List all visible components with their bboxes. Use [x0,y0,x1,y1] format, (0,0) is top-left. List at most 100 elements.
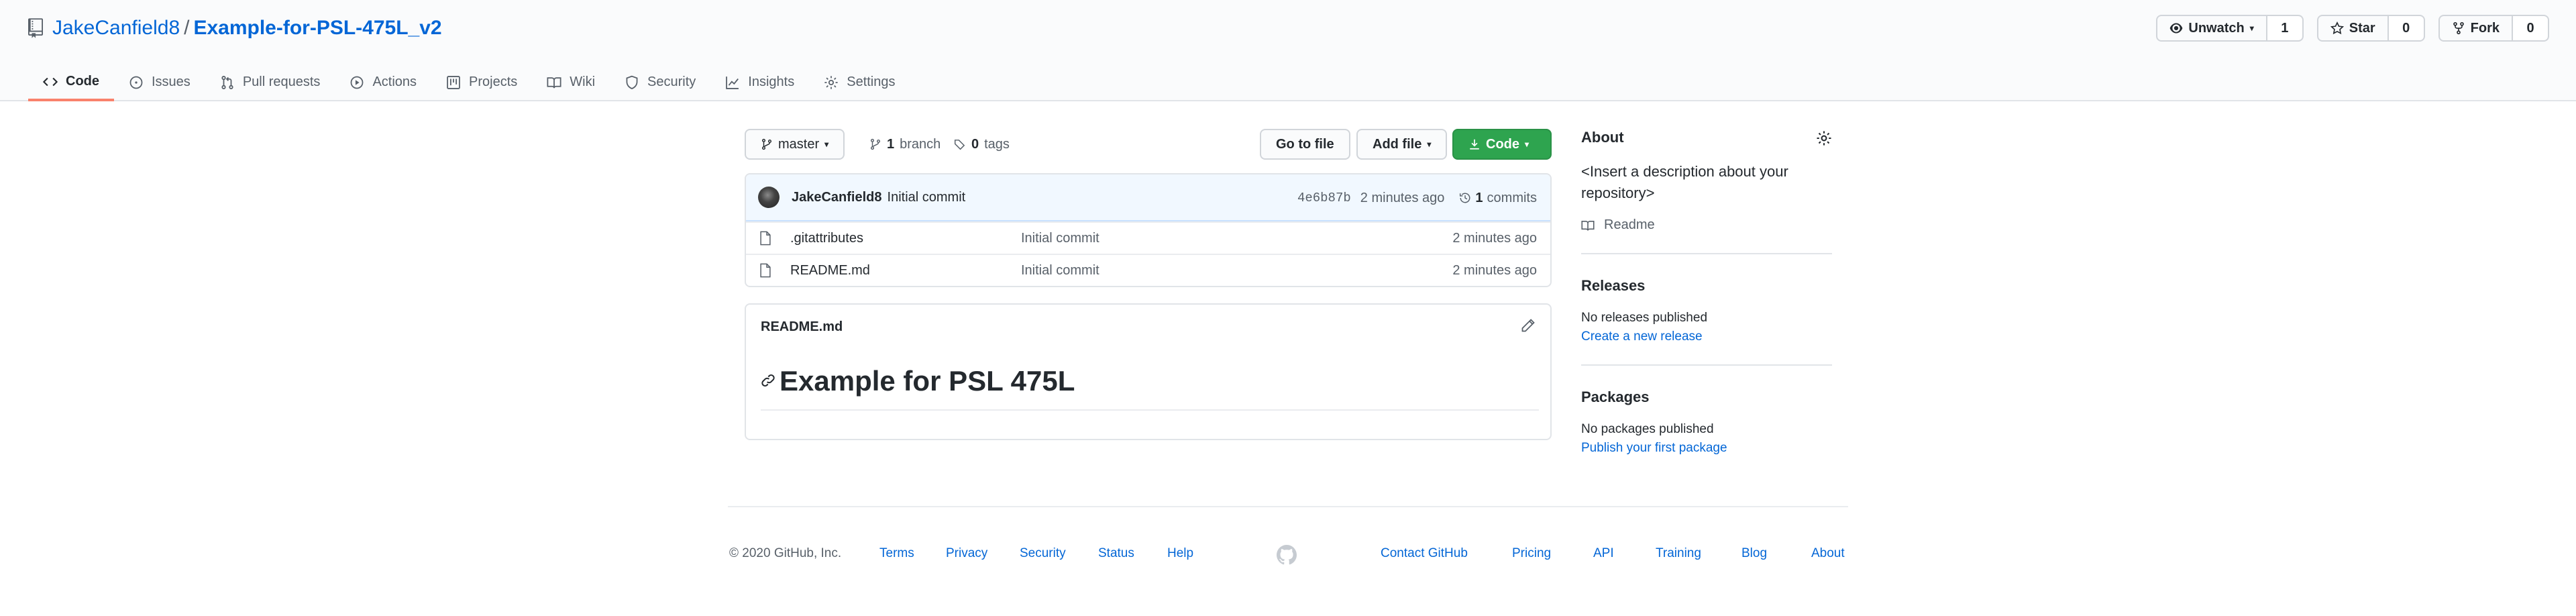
branch-name: master [778,136,820,152]
footer-link-status[interactable]: Status [1098,546,1134,561]
code-button-label: Code [1486,136,1519,152]
link-icon[interactable] [761,373,775,388]
site-footer: © 2020 GitHub, Inc. Terms Privacy Securi… [728,506,1848,573]
gear-icon[interactable] [1816,130,1832,146]
commits-history-link[interactable]: 1 commits [1459,191,1537,206]
fork-group: Fork 0 [2438,15,2549,42]
footer-link-training[interactable]: Training [1656,546,1701,561]
file-icon [760,263,771,278]
book-icon [547,76,561,88]
shield-icon [626,75,638,89]
star-label: Star [2349,20,2375,36]
main-column: master ▾ 1 branch 0 tags Go to file Add … [745,129,1552,440]
footer-link-security[interactable]: Security [1020,546,1066,561]
packages-text: No packages published [1581,422,1714,436]
branches-link[interactable]: 1 branch [869,129,941,160]
play-icon [351,76,364,89]
tab-code[interactable]: Code [28,64,114,101]
star-count[interactable]: 0 [2388,15,2425,42]
tab-pull-requests[interactable]: Pull requests [205,64,335,100]
file-commit-message-link[interactable]: Initial commit [1021,263,1099,278]
commit-count: 1 [1475,190,1483,205]
pencil-icon[interactable] [1521,318,1536,333]
create-release-link[interactable]: Create a new release [1581,329,1832,344]
footer-link-terms[interactable]: Terms [879,546,914,561]
branch-icon [761,138,772,150]
eye-icon [2170,23,2183,34]
publish-package-link[interactable]: Publish your first package [1581,441,1832,456]
tab-label: Code [66,74,99,89]
github-logo-icon[interactable] [1277,545,1297,565]
tab-insights[interactable]: Insights [710,64,809,100]
branch-select-button[interactable]: master ▾ [745,129,845,160]
commit-author-link[interactable]: JakeCanfield8 [792,190,882,205]
tab-label: Pull requests [242,74,321,89]
tab-wiki[interactable]: Wiki [532,64,610,100]
repo-name-link[interactable]: Example-for-PSL-475L_v2 [193,17,441,40]
graph-icon [726,76,739,89]
avatar[interactable] [758,187,780,208]
tab-label: Actions [372,74,417,89]
commit-age: 2 minutes ago [1360,190,1445,205]
branch-icon [870,138,881,150]
tab-settings[interactable]: Settings [809,64,910,100]
releases-heading[interactable]: Releases [1581,277,1832,295]
packages-heading[interactable]: Packages [1581,389,1832,406]
branch-bar: master ▾ 1 branch 0 tags Go to file Add … [745,129,1552,160]
fork-icon [2453,21,2464,35]
tab-label: Insights [748,74,795,89]
releases-text: No releases published [1581,311,1708,325]
repo-actions: Unwatch ▾ 1 Star 0 Fork 0 [2156,15,2549,42]
latest-commit-bar: JakeCanfield8 Initial commit 4e6b87b 2 m… [746,174,1550,221]
go-to-file-button[interactable]: Go to file [1260,129,1350,160]
book-icon [1581,220,1595,231]
file-name-link[interactable]: README.md [790,263,870,278]
tab-projects[interactable]: Projects [431,64,532,100]
repo-owner-link[interactable]: JakeCanfield8 [52,17,180,40]
footer-link-blog[interactable]: Blog [1741,546,1767,561]
footer-link-about[interactable]: About [1811,546,1845,561]
footer-link-contact[interactable]: Contact GitHub [1381,546,1468,561]
file-name-link[interactable]: .gitattributes [790,231,863,246]
readme-link[interactable]: Readme [1581,217,1832,233]
add-file-label: Add file [1373,136,1422,152]
commit-meta: 4e6b87b 2 minutes ago 1 commits [1297,174,1537,221]
commit-count-word: commits [1487,190,1537,205]
fork-label: Fork [2470,20,2500,36]
tab-label: Projects [469,74,518,89]
tab-label: Wiki [570,74,596,89]
readme-heading: Example for PSL 475L [780,365,1075,397]
unwatch-button[interactable]: Unwatch ▾ [2156,15,2267,42]
fork-count[interactable]: 0 [2513,15,2549,42]
repo-description: <Insert a description about your reposit… [1581,163,1788,201]
tab-issues[interactable]: Issues [114,64,205,100]
file-commit-message-link[interactable]: Initial commit [1021,231,1099,246]
tab-label: Settings [847,74,896,89]
footer-link-api[interactable]: API [1593,546,1614,561]
tag-icon [954,140,965,150]
star-button[interactable]: Star [2316,15,2389,42]
code-icon [43,77,58,86]
file-icon [760,231,771,246]
unwatch-label: Unwatch [2188,20,2245,36]
add-file-button[interactable]: Add file ▾ [1356,129,1448,160]
footer-link-help[interactable]: Help [1167,546,1193,561]
issue-icon [129,76,143,89]
tab-label: Issues [152,74,191,89]
footer-link-privacy[interactable]: Privacy [946,546,987,561]
chevron-down-icon: ▾ [2249,23,2254,33]
chevron-down-icon: ▾ [1427,140,1432,149]
footer-link-pricing[interactable]: Pricing [1512,546,1551,561]
tab-security[interactable]: Security [610,64,710,100]
tab-actions[interactable]: Actions [335,64,431,100]
commit-message-link[interactable]: Initial commit [888,190,966,205]
watch-count[interactable]: 1 [2267,15,2304,42]
file-row: .gitattributes Initial commit 2 minutes … [746,221,1550,254]
fork-button[interactable]: Fork [2438,15,2513,42]
commit-sha-link[interactable]: 4e6b87b [1297,191,1351,205]
tags-link[interactable]: 0 tags [954,129,1010,160]
code-download-button[interactable]: Code ▾ [1452,129,1552,160]
readme-title: README.md [761,319,843,334]
file-browser: JakeCanfield8 Initial commit 4e6b87b 2 m… [745,173,1552,287]
file-age: 2 minutes ago [1452,230,1537,246]
